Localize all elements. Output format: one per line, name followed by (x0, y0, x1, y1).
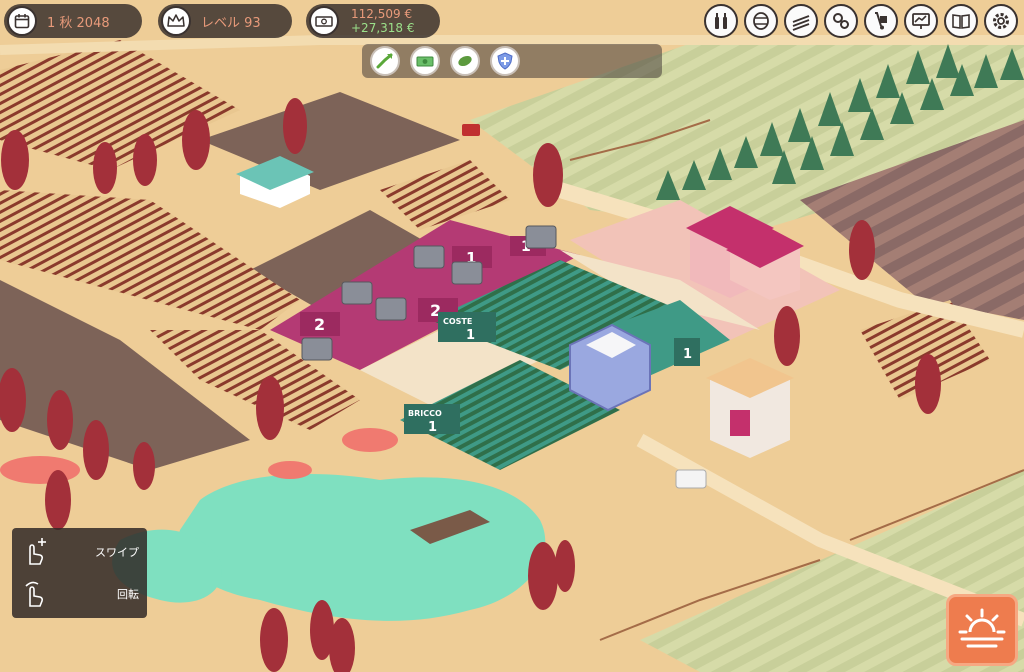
level-text: レベル 93 (201, 15, 261, 31)
red-tree (283, 98, 307, 154)
level-display[interactable]: レベル 93 (158, 4, 292, 38)
vineyard-icon[interactable] (784, 4, 818, 38)
warehouse-building[interactable] (706, 358, 794, 458)
red-tree (45, 470, 71, 530)
quick-action-tray (362, 44, 662, 78)
sunrise-icon (958, 606, 1006, 654)
plot-coste-label: COSTE 1 (438, 312, 496, 343)
red-tree (93, 142, 117, 194)
top-hud: 1 秋 2048 レベル 93 112,509 € +27,318 € (0, 0, 1024, 42)
press-machine[interactable] (341, 281, 373, 305)
red-tree (555, 540, 575, 592)
plot-third-label: 1 (674, 338, 700, 366)
press-machine[interactable] (525, 225, 557, 249)
rotate-hint: 回転 (12, 574, 147, 614)
press-machine[interactable] (413, 245, 445, 269)
red-tree (260, 608, 288, 672)
swipe-hint: スワイプ (12, 532, 147, 572)
calendar-icon (7, 6, 37, 36)
main-menu (704, 4, 1018, 38)
settings-icon[interactable] (984, 4, 1018, 38)
red-flower-patch (342, 428, 398, 452)
gears-icon[interactable] (824, 4, 858, 38)
crown-icon (161, 6, 191, 36)
money-total: 112,509 € (351, 7, 413, 21)
red-tree (182, 110, 210, 170)
rotate-label: 回転 (117, 588, 139, 601)
press-machine[interactable] (301, 337, 333, 361)
plot-number: 1 (428, 420, 437, 435)
shield-icon[interactable] (490, 46, 520, 76)
date-display[interactable]: 1 秋 2048 (4, 4, 142, 38)
winery-room-number: 2 (314, 315, 325, 334)
red-tree (47, 390, 73, 450)
wines-icon[interactable] (704, 4, 738, 38)
red-tree (83, 420, 109, 480)
growth-arrow-icon[interactable] (370, 46, 400, 76)
red-tree (774, 306, 800, 366)
swipe-label: スワイプ (95, 546, 139, 559)
press-machine[interactable] (375, 297, 407, 321)
swipe-gesture-icon (20, 538, 48, 566)
plot-number: 1 (683, 347, 692, 362)
red-tree (915, 354, 941, 414)
plot-number: 1 (466, 328, 475, 343)
red-tree (256, 376, 284, 440)
leaf-icon[interactable] (450, 46, 480, 76)
gesture-hints: スワイプ 回転 (12, 528, 147, 618)
press-machine[interactable] (451, 261, 483, 285)
plot-name: BRICCO (408, 409, 442, 418)
book-icon[interactable] (944, 4, 978, 38)
date-text: 1 秋 2048 (47, 15, 110, 31)
red-flower-patch (268, 461, 312, 479)
hand-truck-icon[interactable] (864, 4, 898, 38)
market-icon[interactable] (904, 4, 938, 38)
cash-icon[interactable] (410, 46, 440, 76)
red-tree (1, 130, 29, 190)
red-tree (528, 542, 558, 610)
delivery-van[interactable] (675, 469, 707, 489)
rotate-gesture-icon (20, 580, 48, 608)
plot-name: COSTE (443, 317, 472, 326)
red-tree (533, 143, 563, 207)
red-tree (849, 220, 875, 280)
money-display[interactable]: 112,509 € +27,318 € (306, 4, 440, 38)
plot-bricco-label: BRICCO 1 (404, 404, 460, 435)
barrel-icon[interactable] (744, 4, 778, 38)
tractor[interactable] (462, 124, 480, 136)
winery-room-label-1: 2 (300, 312, 340, 336)
red-tree (133, 442, 155, 490)
next-season-button[interactable] (946, 594, 1018, 666)
game-world[interactable]: 2 2 1 1 COSTE 1 BRICCO 1 1 (0, 0, 1024, 672)
red-flower-patch (0, 456, 80, 484)
money-delta: +27,318 € (351, 21, 415, 35)
red-tree (133, 134, 157, 186)
money-icon (309, 6, 339, 36)
